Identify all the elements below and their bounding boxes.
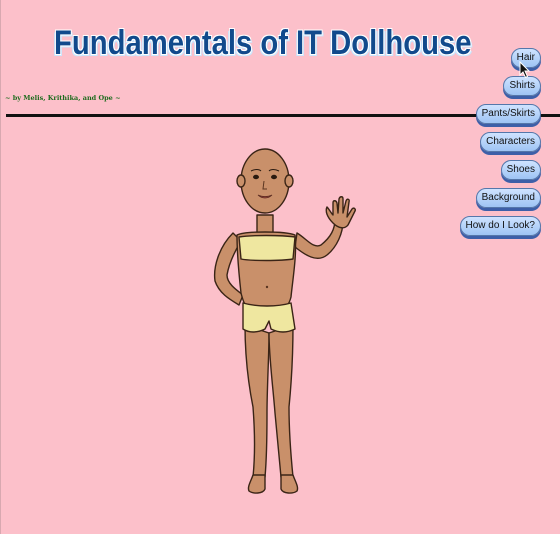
doll-right-leg: [268, 324, 294, 478]
doll-right-eye: [271, 174, 277, 180]
doll-left-leg: [244, 324, 270, 478]
nav-shirts-button[interactable]: Shirts: [503, 76, 541, 96]
doll-bandeau-top: [238, 234, 296, 262]
doll-figure[interactable]: [205, 137, 365, 497]
doll-left-ear: [236, 174, 246, 188]
doll-shorts: [242, 302, 296, 333]
window-edge: [0, 0, 1, 534]
nav-background-button[interactable]: Background: [475, 188, 541, 208]
nav-shoes-button[interactable]: Shoes: [500, 160, 541, 180]
doll-neck: [256, 214, 274, 234]
doll-left-foot: [247, 474, 266, 494]
nav-characters-button[interactable]: Characters: [480, 132, 541, 152]
doll-waving-hand: [325, 196, 356, 229]
doll-head: [240, 148, 290, 214]
doll-navel: [265, 285, 269, 289]
mouse-pointer-icon: [519, 61, 531, 79]
page-title: Fundamentals of IT Dollhouse: [54, 24, 472, 62]
credit-text: ~ by Melis, Krithika, and Ope ~: [5, 94, 121, 102]
doll-right-ear: [284, 174, 294, 188]
nav-how-do-i-look-button[interactable]: How do I Look?: [459, 216, 541, 236]
doll-right-foot: [280, 474, 299, 494]
doll-left-eye: [253, 174, 259, 180]
nav-pants-skirts-button[interactable]: Pants/Skirts: [475, 104, 541, 124]
